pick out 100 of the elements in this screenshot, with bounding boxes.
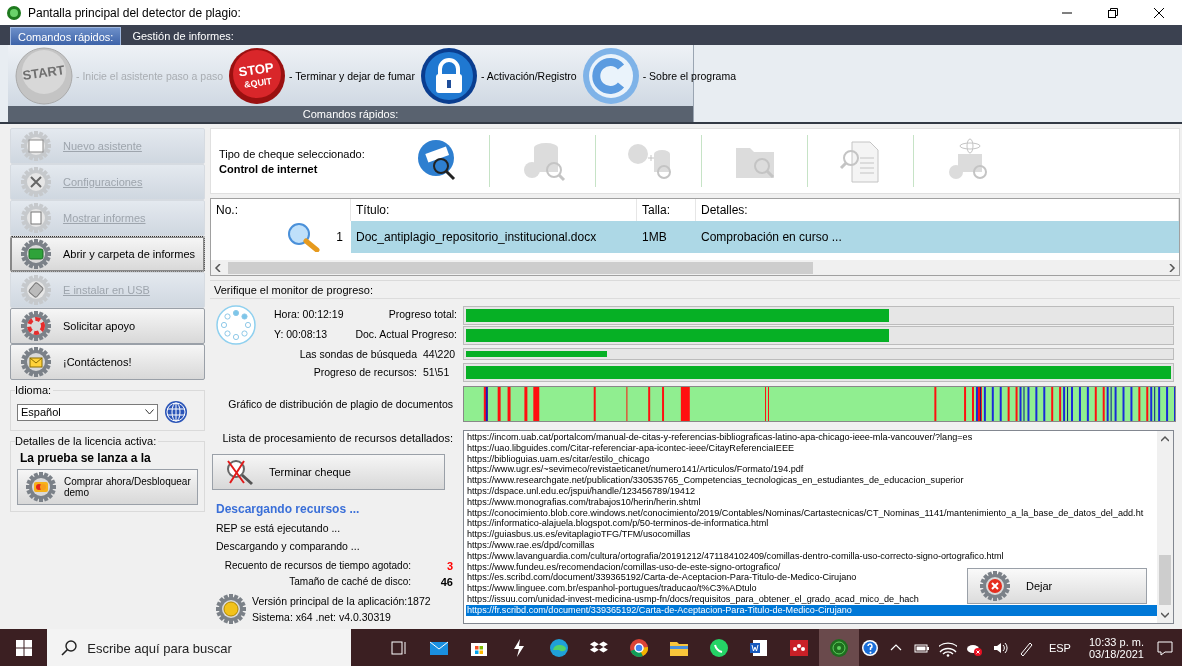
scroll-thumb[interactable] bbox=[228, 261, 813, 274]
list-item[interactable]: https://dspace.unl.edu.ec/jspui/handle/123456789/19412 bbox=[466, 486, 696, 497]
scroll-left-icon[interactable] bbox=[214, 263, 222, 272]
table-cell[interactable]: 1MB bbox=[637, 221, 696, 253]
table-cell[interactable]: Comprobación en curso ... bbox=[696, 221, 1179, 253]
stop-badge-icon: STOP &QUIT bbox=[227, 45, 288, 106]
list-item[interactable]: https://www.linguee.com.br/espanhol-portugues/traducao/t%C3%ADtulo bbox=[466, 583, 757, 594]
tricolor-circle-icon bbox=[628, 638, 649, 658]
buy-unlock-button[interactable]: Comprar ahora/Desbloquear demo bbox=[17, 469, 198, 505]
copyright-icon bbox=[580, 45, 641, 106]
list-label: Lista de procesamiento de recursos detallados: bbox=[221, 431, 454, 446]
list-item[interactable]: https://informatico-alajuela.blogspot.com/p/50-terminos-de-informatica.html bbox=[466, 518, 769, 530]
time-label: Hora: 00:12:19 bbox=[274, 308, 344, 320]
version-text: Sistema: x64 .net: v4.0.30319 bbox=[252, 611, 392, 623]
list-item[interactable]: https://www.rae.es/dpd/comillas bbox=[466, 539, 595, 551]
scroll-up-icon[interactable] bbox=[1161, 435, 1169, 443]
list-item[interactable]: https://es.scribd.com/document/339365192/Carta-de-Aceptacion-Para-Titulo-de-Medico-Cirujano bbox=[466, 572, 857, 584]
counter-value: 3 bbox=[445, 560, 453, 572]
ribbon-command-button[interactable]: - Activación/Registro bbox=[418, 45, 577, 106]
three-dots-tile-icon bbox=[788, 638, 809, 658]
taskbar-app-button[interactable] bbox=[818, 629, 859, 666]
radar-disc-icon bbox=[828, 638, 849, 658]
check-type-value: Control de internet bbox=[219, 162, 319, 175]
list-item[interactable]: https://www.monografias.com/trabajos10/herin/herin.shtml bbox=[466, 496, 701, 508]
restore-icon bbox=[1108, 7, 1118, 18]
task-view-icon bbox=[388, 638, 409, 658]
notification-icon bbox=[1156, 639, 1174, 657]
list-item[interactable]: https://guiasbus.us.es/evitaplagioTFG/TFM/usocomillas bbox=[466, 529, 691, 540]
list-item[interactable]: https://www.lavanguardia.com/cultura/ortografia/20191212/471184102409/comillas-dentro-comilla-uso-correcto-signo-ortografico.html bbox=[466, 550, 1004, 562]
status-text: REP se está ejecutando ... bbox=[216, 522, 342, 534]
progress-label: Progreso total: bbox=[388, 308, 457, 320]
language-dropdown[interactable]: Español bbox=[17, 403, 158, 421]
list-item[interactable]: https://fr.scribd.com/document/339365192/Carta-de-Aceptacion-Para-Titulo-de-Medico-Cirujano bbox=[466, 604, 1157, 616]
table-cell[interactable]: Doc_antiplagio_repositorio_institucional.docx bbox=[351, 221, 637, 253]
horizontal-scrollbar[interactable] bbox=[211, 260, 1179, 275]
status-text: Descargando y comparando ... bbox=[216, 540, 361, 552]
gear-lifebuoy-icon bbox=[21, 311, 51, 341]
browser-swirl-icon bbox=[548, 638, 569, 658]
list-item[interactable]: https://issuu.com/unidad-invest-medicina-usmp-fn/docs/requisitos_para_obtener_el_grado_acad_mico_de_hach bbox=[466, 593, 919, 605]
help-icon bbox=[860, 639, 879, 657]
list-item[interactable]: https://www.fundeu.es/recomendacion/comillas-uso-de-este-signo-ortografico/ bbox=[466, 561, 781, 573]
chat-bubble-icon bbox=[708, 638, 729, 658]
magnifier-icon bbox=[286, 222, 321, 252]
ribbon-tab[interactable]: Gestión de informes: bbox=[125, 27, 241, 45]
quit-button[interactable]: Dejar bbox=[967, 568, 1147, 604]
list-item[interactable]: https://uao.libguides.com/Citar-referenciar-apa-icontec-ieee/CitayReferenciaIEEE bbox=[466, 442, 795, 454]
license-status: La prueba se lanza a la bbox=[19, 451, 152, 465]
document-w-icon bbox=[748, 638, 769, 658]
group-label: Idioma: bbox=[15, 384, 54, 396]
sidebar-button[interactable]: ¡Contáctenos! bbox=[10, 344, 205, 380]
status-title: Descargando recursos ... bbox=[216, 502, 361, 516]
windows-logo-icon bbox=[15, 640, 32, 656]
close-icon bbox=[1154, 7, 1164, 18]
list-item[interactable]: https://www.researchgate.net/publication/330535765_Competencias_tecnologicas_en_estudiantes_de_educacion_superior bbox=[466, 475, 964, 486]
elapsed-label: Y: 00:08:13 bbox=[274, 328, 328, 340]
progress-count: 44\220 bbox=[423, 348, 457, 360]
scroll-right-icon[interactable] bbox=[1168, 263, 1176, 272]
ribbon-tab[interactable]: Comandos rápidos: bbox=[10, 27, 122, 45]
list-item[interactable]: https://www.ugr.es/~sevimeco/revistaeticanet/numero141/Articulos/Formato/194.pdf bbox=[466, 464, 804, 476]
gear-usb-icon bbox=[21, 275, 51, 305]
counter-value: 46 bbox=[439, 576, 453, 588]
progress-count: 51\51 bbox=[423, 366, 451, 378]
counter-label: Recuento de recursos de tiempo agotado: bbox=[224, 560, 411, 572]
resource-list[interactable] bbox=[463, 430, 1174, 624]
start-badge-icon: START bbox=[14, 45, 74, 106]
group-label: Detalles de la licencia activa: bbox=[15, 435, 159, 447]
gear-tools-icon bbox=[21, 167, 51, 197]
ribbon-command-button[interactable]: STOP &QUIT - Terminar y dejar de fumar bbox=[227, 45, 415, 106]
column-header[interactable]: No.: bbox=[211, 199, 351, 221]
input-language[interactable]: ESP bbox=[1040, 642, 1079, 654]
counter-label: Tamaño de caché de disco: bbox=[289, 576, 411, 588]
table-cell: 1 bbox=[336, 230, 343, 244]
taskbar-clock[interactable]: 10:33 p. m. 03/18/2021 bbox=[1082, 636, 1150, 660]
padlock-icon bbox=[418, 45, 479, 106]
gear-report-icon bbox=[21, 203, 51, 233]
gear-envelope-icon bbox=[21, 347, 51, 377]
chart-label: Gráfico de distribución de plagio de documentos bbox=[227, 398, 454, 410]
globe-icon[interactable] bbox=[164, 400, 188, 424]
gear-card-icon bbox=[26, 472, 56, 502]
sidebar-button[interactable]: Solicitar apoyo bbox=[10, 308, 205, 344]
list-item[interactable]: https://conocimiento.blob.core.windows.net/conocimiento/2019/Contables/Nominas/Cartastecnicas/CT_Nominas_1141/mantenimiento_a_la_base_de_datos_del_add.ht bbox=[466, 507, 1144, 519]
scroll-thumb[interactable] bbox=[1159, 555, 1171, 605]
progress-label: Doc. Actual Progreso: bbox=[355, 328, 457, 340]
search-icon bbox=[61, 640, 78, 656]
window-title: Pantalla principal del detector de plagio: bbox=[28, 5, 242, 20]
stop-check-button[interactable]: Terminar cheque bbox=[212, 454, 445, 490]
scroll-down-icon[interactable] bbox=[1161, 611, 1169, 619]
check-type-label: Tipo de cheque seleccionado: bbox=[219, 147, 366, 160]
ribbon-command-button[interactable]: - Sobre el programa bbox=[580, 45, 737, 106]
list-item[interactable]: https://incom.uab.cat/portalcom/manual-de-citas-y-referencias-bibliograficas-latino-apa-chicago-ieee-mla-vancouver/?lang=es bbox=[466, 432, 973, 443]
vertical-scrollbar[interactable] bbox=[1157, 431, 1173, 623]
cross-magnifier-icon bbox=[225, 458, 255, 486]
taskbar-search-field[interactable]: Escribe aquí para buscar bbox=[47, 629, 351, 666]
ribbon-group-label: Comandos rápidos: bbox=[8, 106, 693, 122]
gear-cross-icon bbox=[980, 571, 1010, 601]
gear-window-icon bbox=[21, 131, 51, 161]
list-item[interactable]: https://biblioguias.uam.es/citar/estilo_chicago bbox=[466, 453, 650, 465]
gear-icon bbox=[216, 594, 246, 624]
chevron-down-icon bbox=[145, 409, 154, 415]
sidebar-button[interactable]: Abrir y carpeta de informes bbox=[10, 236, 205, 272]
